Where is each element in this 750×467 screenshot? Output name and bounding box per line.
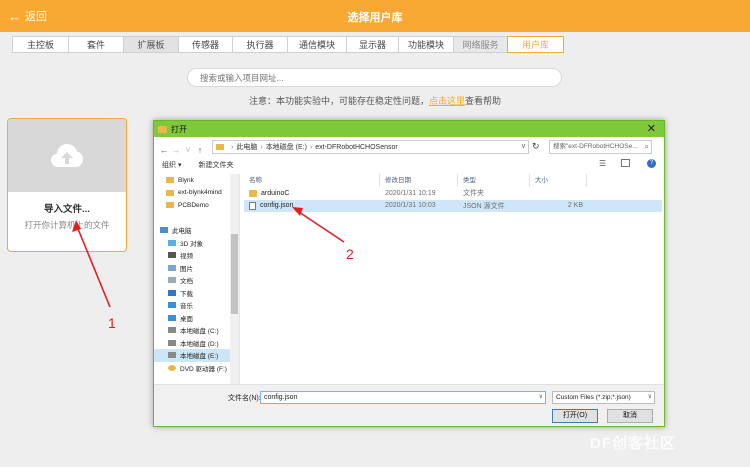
annotation-arrow-1 [75, 223, 111, 308]
annotation-arrows [72, 207, 345, 308]
tab-user-library[interactable]: 用户库 [507, 36, 564, 53]
watermark: DF创客社区 [590, 435, 676, 452]
annotation-number-2: 2 [346, 246, 354, 262]
annotation-arrowhead-1 [72, 220, 81, 232]
annotation-arrowhead-2 [292, 207, 303, 216]
annotation-number-1: 1 [108, 315, 116, 331]
annotation-arrow-2 [295, 209, 345, 243]
